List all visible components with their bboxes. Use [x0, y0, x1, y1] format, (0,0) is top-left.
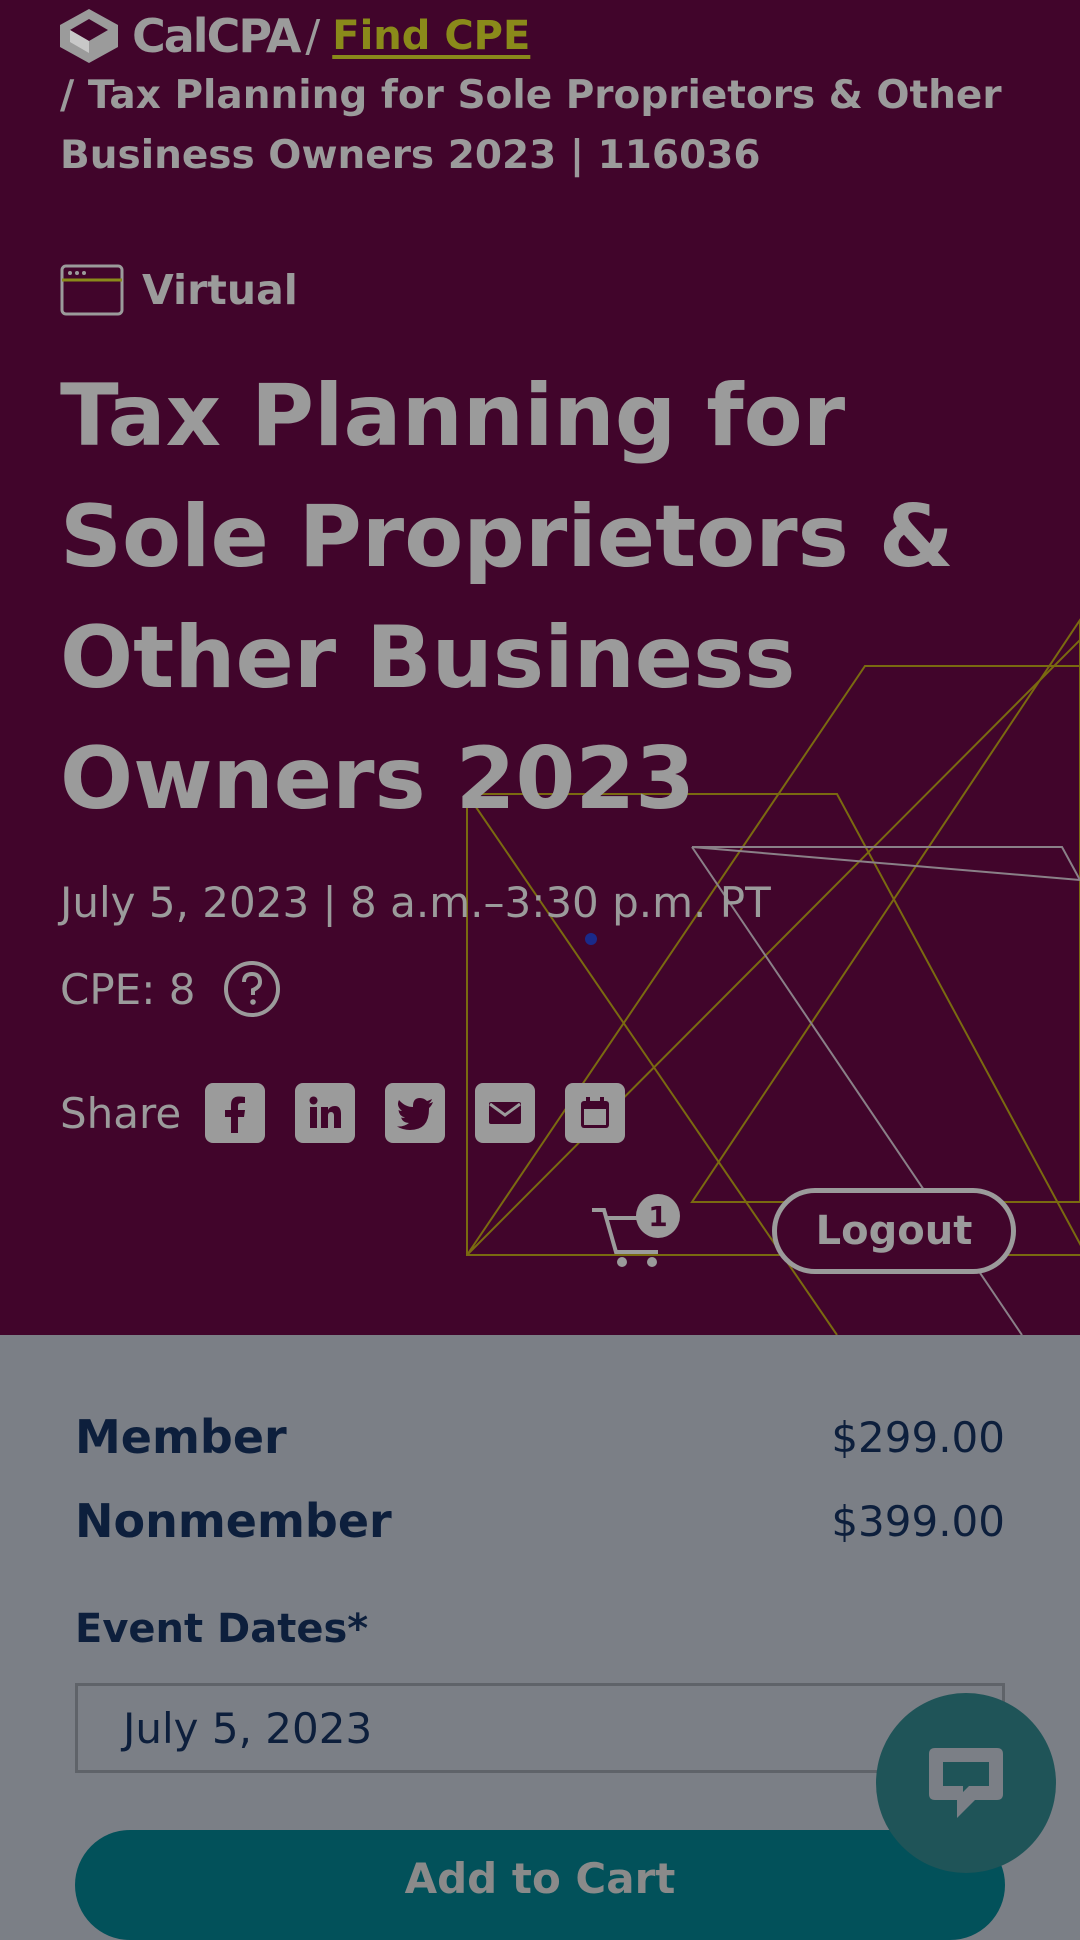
calcpa-logo-icon[interactable] — [60, 9, 118, 63]
nonmember-price-row: Nonmember $399.00 — [75, 1494, 1005, 1548]
find-cpe-link[interactable]: Find CPE — [332, 13, 530, 59]
share-label: Share — [60, 1088, 182, 1138]
nonmember-price: $399.00 — [831, 1496, 1005, 1546]
event-hero: CalCPA / Find CPE / Tax Planning for Sol… — [0, 0, 1080, 1335]
breadcrumb-separator: / — [305, 10, 321, 62]
event-date-select[interactable]: July 5, 2023 — [75, 1683, 1005, 1773]
linkedin-icon — [309, 1096, 342, 1128]
twitter-share-button[interactable] — [385, 1083, 446, 1143]
member-label: Member — [75, 1410, 287, 1464]
cpe-info: CPE: 8 — [60, 960, 281, 1018]
cart-count-badge[interactable]: 1 — [636, 1194, 680, 1238]
member-price: $299.00 — [831, 1412, 1005, 1462]
event-format-label: Virtual — [142, 266, 298, 314]
email-share-button[interactable] — [475, 1083, 536, 1143]
calendar-icon — [581, 1097, 610, 1128]
help-icon[interactable] — [223, 960, 281, 1018]
site-header: CalCPA / Find CPE — [60, 6, 530, 66]
logout-button[interactable]: Logout — [772, 1188, 1016, 1274]
add-to-calendar-button[interactable] — [565, 1083, 626, 1143]
add-to-cart-button[interactable]: Add to Cart — [75, 1830, 1005, 1940]
event-title: Tax Planning for Sole Proprietors & Othe… — [60, 366, 954, 829]
breadcrumb-current: / Tax Planning for Sole Proprietors & Ot… — [60, 73, 1002, 178]
browser-window-icon — [60, 264, 124, 316]
event-format: Virtual — [60, 264, 298, 316]
linkedin-share-button[interactable] — [295, 1083, 356, 1143]
chat-bubble-icon — [929, 1748, 1003, 1818]
facebook-icon — [225, 1096, 246, 1133]
cpe-credits: CPE: 8 — [60, 964, 196, 1014]
brand-name[interactable]: CalCPA — [132, 9, 301, 63]
share-bar: Share — [60, 1083, 655, 1143]
event-dateline: July 5, 2023 | 8 a.m.–3:30 p.m. PT — [60, 878, 771, 927]
facebook-share-button[interactable] — [205, 1083, 266, 1143]
nonmember-label: Nonmember — [75, 1494, 392, 1548]
email-icon — [489, 1102, 522, 1124]
member-price-row: Member $299.00 — [75, 1410, 1005, 1464]
event-dates-label: Event Dates* — [75, 1606, 369, 1652]
selected-date-value: July 5, 2023 — [123, 1703, 373, 1753]
chat-widget-button[interactable] — [876, 1693, 1056, 1873]
twitter-icon — [397, 1098, 434, 1130]
